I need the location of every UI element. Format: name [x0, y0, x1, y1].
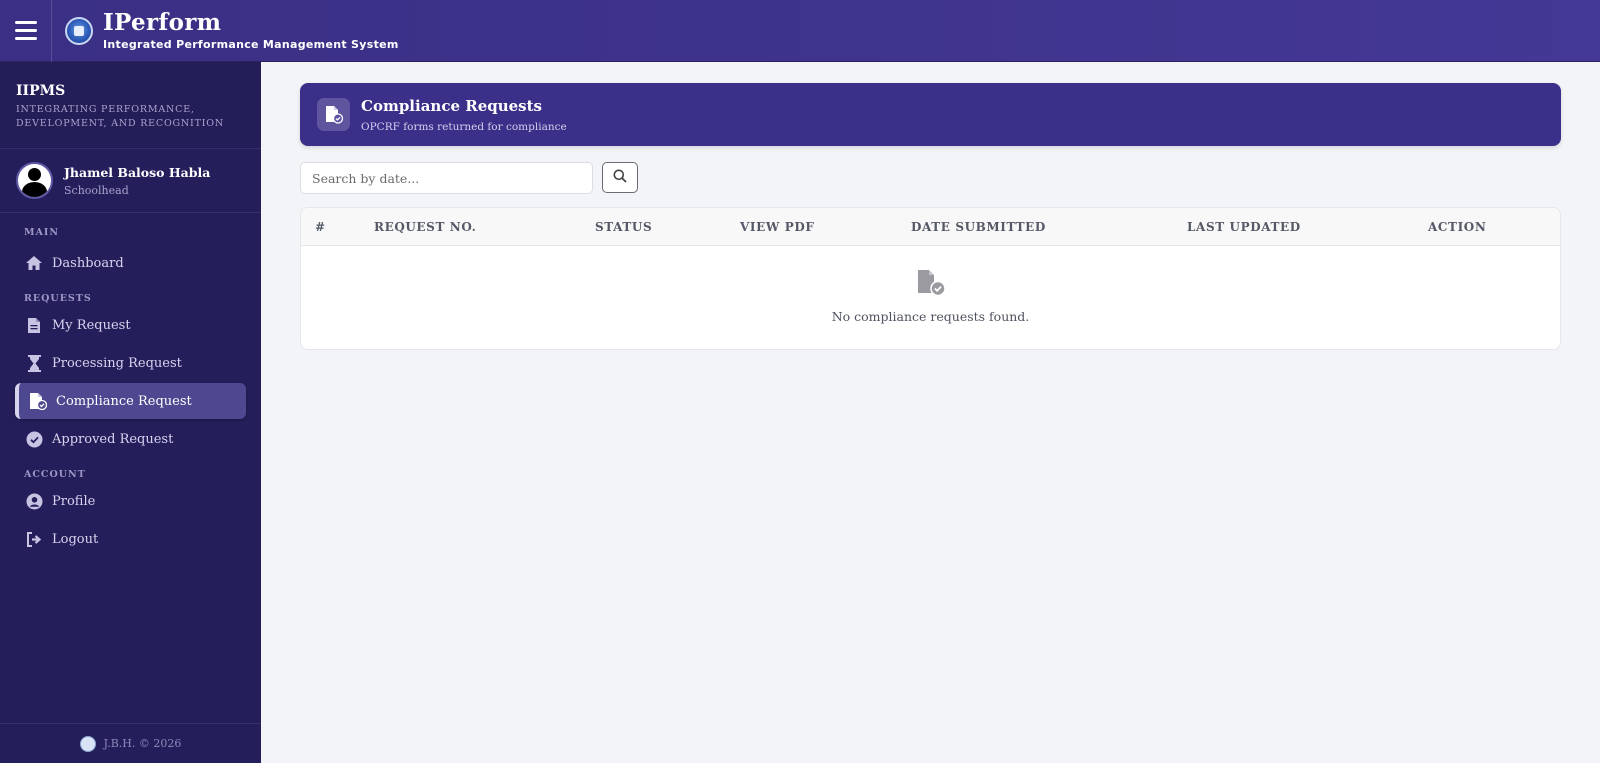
column-header-request-no: Request No. — [374, 220, 477, 234]
footer-text: J.B.H. © 2026 — [103, 737, 182, 750]
user-name: Jhamel Baloso Habla — [64, 164, 211, 180]
column-header-last-updated: Last Updated — [1187, 220, 1301, 234]
top-navbar: IPerform Integrated Performance Manageme… — [0, 0, 1600, 62]
home-icon — [25, 254, 43, 272]
main-content: Compliance Requests OPCRF forms returned… — [261, 62, 1600, 763]
sidebar-item-compliance-request[interactable]: Compliance Request — [15, 383, 246, 419]
sidebar-item-approved-request[interactable]: Approved Request — [15, 421, 246, 457]
column-header-date-submitted: Date Submitted — [911, 220, 1046, 234]
table-header: # Request No. Status View PDF Date Submi… — [301, 208, 1560, 246]
brand: IPerform Integrated Performance Manageme… — [103, 11, 399, 50]
hourglass-icon — [25, 354, 43, 372]
column-header-status: Status — [595, 220, 653, 234]
page-header: Compliance Requests OPCRF forms returned… — [300, 83, 1561, 146]
column-header-action: Action — [1428, 220, 1487, 234]
section-label-account: Account — [24, 469, 86, 480]
file-icon — [25, 316, 43, 334]
page-subtitle: OPCRF forms returned for compliance — [361, 120, 567, 133]
section-label-requests: Requests — [24, 293, 92, 304]
sidebar-item-label: My Request — [52, 317, 131, 333]
sidebar-header: IIPMS Integrating Performance, Developme… — [0, 62, 261, 149]
file-check-icon — [29, 392, 47, 410]
sidebar-item-dashboard[interactable]: Dashboard — [15, 245, 246, 281]
sidebar-item-my-request[interactable]: My Request — [15, 307, 246, 343]
user-circle-icon — [25, 492, 43, 510]
search-input[interactable] — [300, 162, 593, 194]
sidebar-item-label: Compliance Request — [56, 393, 192, 409]
sidebar-tagline: Integrating Performance, Development, an… — [16, 104, 224, 129]
page-title: Compliance Requests — [361, 96, 542, 115]
sidebar: IIPMS Integrating Performance, Developme… — [0, 62, 261, 763]
file-check-icon — [916, 269, 946, 301]
user-card: Jhamel Baloso Habla Schoolhead — [0, 149, 261, 213]
sidebar-item-label: Processing Request — [52, 355, 182, 371]
file-check-icon — [317, 98, 350, 131]
app-subtitle: Integrated Performance Management System — [103, 38, 399, 51]
compliance-table: # Request No. Status View PDF Date Submi… — [300, 207, 1561, 350]
sidebar-item-logout[interactable]: Logout — [15, 521, 246, 557]
app-title: IPerform — [103, 9, 222, 36]
sidebar-item-label: Profile — [52, 493, 96, 509]
check-circle-icon — [25, 430, 43, 448]
empty-state: No compliance requests found. — [301, 246, 1560, 349]
column-header-view-pdf: View PDF — [740, 220, 815, 234]
logo-icon — [65, 16, 93, 45]
search-icon — [613, 168, 627, 187]
search-bar — [300, 162, 638, 194]
sidebar-footer: J.B.H. © 2026 — [0, 723, 261, 763]
sidebar-item-processing-request[interactable]: Processing Request — [15, 345, 246, 381]
menu-toggle-button[interactable] — [0, 0, 52, 62]
sidebar-item-profile[interactable]: Profile — [15, 483, 246, 519]
logout-icon — [25, 530, 43, 548]
sidebar-item-label: Logout — [52, 531, 99, 547]
sidebar-item-label: Approved Request — [52, 431, 174, 447]
sidebar-item-label: Dashboard — [52, 255, 124, 271]
footer-logo-icon — [79, 735, 96, 752]
search-button[interactable] — [602, 162, 638, 193]
user-role: Schoolhead — [64, 183, 129, 197]
section-label-main: Main — [24, 227, 60, 238]
avatar — [16, 162, 53, 199]
column-header-number: # — [315, 220, 326, 234]
sidebar-app-name: IIPMS — [16, 83, 66, 99]
empty-message: No compliance requests found. — [831, 309, 1030, 324]
